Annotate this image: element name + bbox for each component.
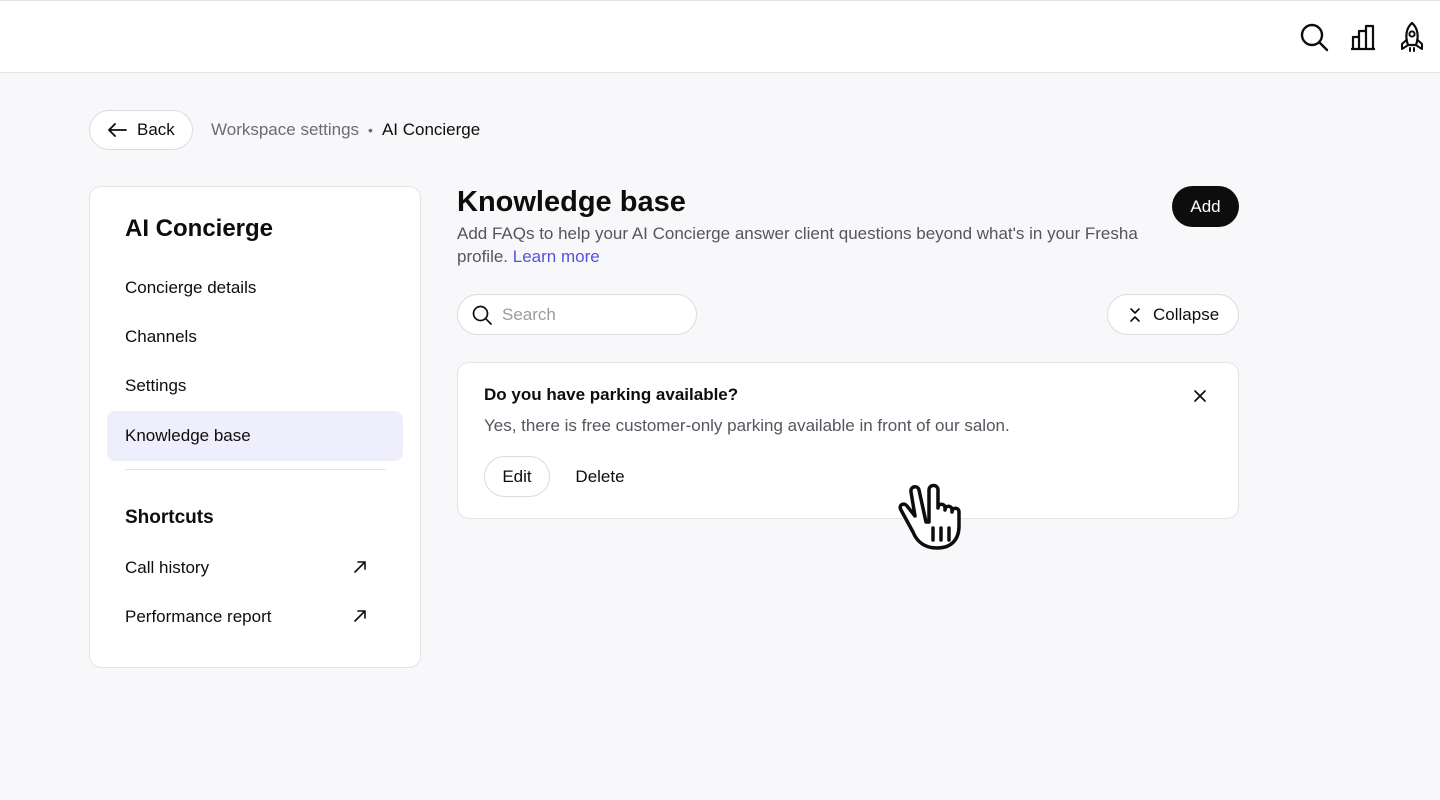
sidebar-item-settings[interactable]: Settings xyxy=(107,361,403,411)
sidebar-item-label: Settings xyxy=(125,376,187,395)
collapse-button[interactable]: Collapse xyxy=(1107,294,1239,335)
sidebar-item-channels[interactable]: Channels xyxy=(107,312,403,362)
delete-button[interactable]: Delete xyxy=(562,456,638,497)
breadcrumb-separator: • xyxy=(368,122,373,138)
top-bar xyxy=(0,0,1440,73)
external-link-icon xyxy=(354,610,366,622)
back-button[interactable]: Back xyxy=(89,110,193,150)
sidebar-item-label: Concierge details xyxy=(125,278,257,297)
breadcrumb-current: AI Concierge xyxy=(381,120,481,139)
chart-icon[interactable] xyxy=(1347,21,1379,53)
faq-question: Do you have parking available? xyxy=(484,385,739,404)
search-icon[interactable] xyxy=(1298,21,1330,53)
sidebar-item-label: Channels xyxy=(125,327,197,346)
shortcut-call-history[interactable]: Call history xyxy=(107,543,403,593)
rocket-icon[interactable] xyxy=(1396,21,1428,53)
shortcut-label: Call history xyxy=(125,558,210,577)
page-description: Add FAQs to help your AI Concierge answe… xyxy=(457,222,1157,268)
page-title: Knowledge base xyxy=(457,186,686,218)
faq-answer: Yes, there is free customer-only parking… xyxy=(484,416,1010,435)
sidebar: AI Concierge Concierge details Channels … xyxy=(89,186,421,668)
search-input[interactable] xyxy=(502,304,682,325)
sidebar-item-label: Knowledge base xyxy=(125,426,251,445)
close-icon[interactable] xyxy=(1190,386,1210,406)
sidebar-divider xyxy=(125,469,386,470)
breadcrumb: Workspace settings • AI Concierge xyxy=(211,118,480,142)
faq-item: Do you have parking available? Yes, ther… xyxy=(457,362,1239,519)
arrow-left-icon xyxy=(108,123,127,137)
external-link-icon xyxy=(354,561,366,573)
breadcrumb-parent[interactable]: Workspace settings xyxy=(211,120,359,140)
hand-cursor-icon xyxy=(898,483,961,550)
sidebar-item-concierge-details[interactable]: Concierge details xyxy=(107,263,403,313)
collapse-icon xyxy=(1130,307,1140,322)
sidebar-item-knowledge-base[interactable]: Knowledge base xyxy=(107,411,403,461)
shortcut-label: Performance report xyxy=(125,607,272,626)
shortcuts-heading: Shortcuts xyxy=(125,507,214,528)
sidebar-title: AI Concierge xyxy=(125,215,274,242)
add-button[interactable]: Add xyxy=(1172,186,1239,227)
search-icon xyxy=(472,305,492,325)
shortcut-performance-report[interactable]: Performance report xyxy=(107,592,403,642)
learn-more-link[interactable]: Learn more xyxy=(513,247,600,266)
collapse-label: Collapse xyxy=(1153,304,1220,324)
search-field[interactable] xyxy=(457,294,697,335)
back-button-label: Back xyxy=(137,120,175,139)
edit-button[interactable]: Edit xyxy=(484,456,550,497)
